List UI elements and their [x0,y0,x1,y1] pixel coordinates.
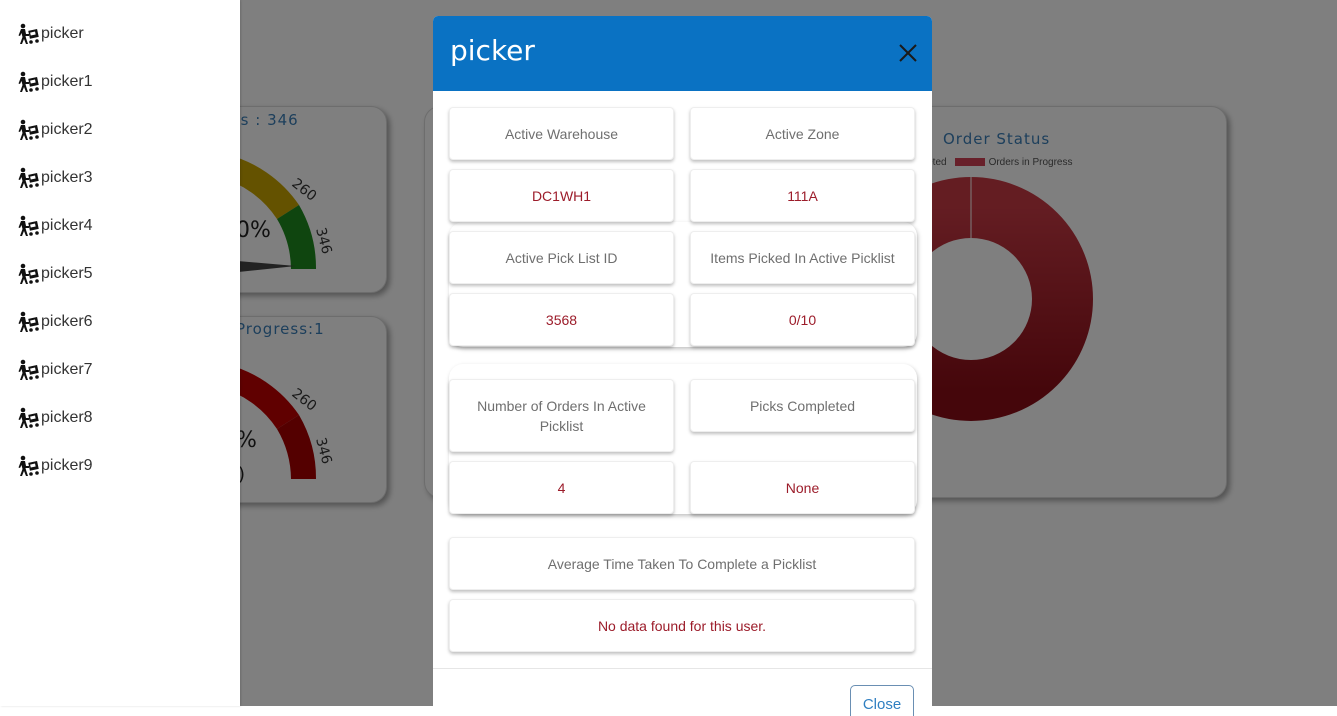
orders-count-value: 4 [449,461,674,514]
worker-cart-icon [18,167,39,188]
active-picklist-value: 3568 [449,293,674,346]
items-picked-value: 0/10 [690,293,915,346]
drawer-item-picker5[interactable]: picker5 [0,250,240,298]
worker-cart-icon [18,119,39,140]
drawer-item-label: picker5 [41,265,93,282]
drawer-item-picker6[interactable]: picker6 [0,298,240,346]
drawer-item-picker9[interactable]: picker9 [0,442,240,490]
drawer-item-picker7[interactable]: picker7 [0,346,240,394]
drawer-item-picker[interactable]: picker [0,10,240,58]
drawer-item-label: picker [41,25,84,42]
drawer-item-label: picker9 [41,457,93,474]
orders-count-label: Number of Orders In Active Picklist [449,379,674,452]
drawer-item-label: picker6 [41,313,93,330]
drawer-item-label: picker7 [41,361,93,378]
active-warehouse-value: DC1WH1 [449,169,674,222]
worker-cart-icon [18,407,39,428]
items-picked-label: Items Picked In Active Picklist [690,231,915,284]
avg-time-value: No data found for this user. [449,599,915,652]
drawer-item-label: picker2 [41,121,93,138]
active-picklist-label: Active Pick List ID [449,231,674,284]
worker-cart-icon [18,23,39,44]
avg-time-label: Average Time Taken To Complete a Picklis… [449,537,915,590]
picks-completed-label: Picks Completed [690,379,915,432]
modal-footer: Close [433,668,932,716]
drawer-item-picker1[interactable]: picker1 [0,58,240,106]
active-zone-label: Active Zone [690,107,915,160]
active-warehouse-label: Active Warehouse [449,107,674,160]
modal-header: picker [433,16,932,91]
worker-cart-icon [18,359,39,380]
close-button[interactable]: Close [850,685,914,716]
worker-cart-icon [18,215,39,236]
drawer-item-picker2[interactable]: picker2 [0,106,240,154]
worker-cart-icon [18,311,39,332]
drawer-item-label: picker1 [41,73,93,90]
picker-details-modal: picker Active Warehouse Active Zone DC1W… [433,16,932,716]
drawer-item-label: picker3 [41,169,93,186]
modal-body: Active Warehouse Active Zone DC1WH1 111A… [433,91,932,668]
worker-cart-icon [18,263,39,284]
worker-cart-icon [18,455,39,476]
picks-completed-value: None [690,461,915,514]
worker-cart-icon [18,71,39,92]
drawer-item-label: picker8 [41,409,93,426]
close-icon[interactable] [898,43,918,63]
active-zone-value: 111A [690,169,915,222]
modal-title: picker [450,34,535,67]
drawer-item-picker4[interactable]: picker4 [0,202,240,250]
picker-drawer: picker picker1 picker2 picker3 picker4 picker… [0,0,240,706]
drawer-item-picker3[interactable]: picker3 [0,154,240,202]
drawer-item-picker8[interactable]: picker8 [0,394,240,442]
drawer-item-label: picker4 [41,217,93,234]
